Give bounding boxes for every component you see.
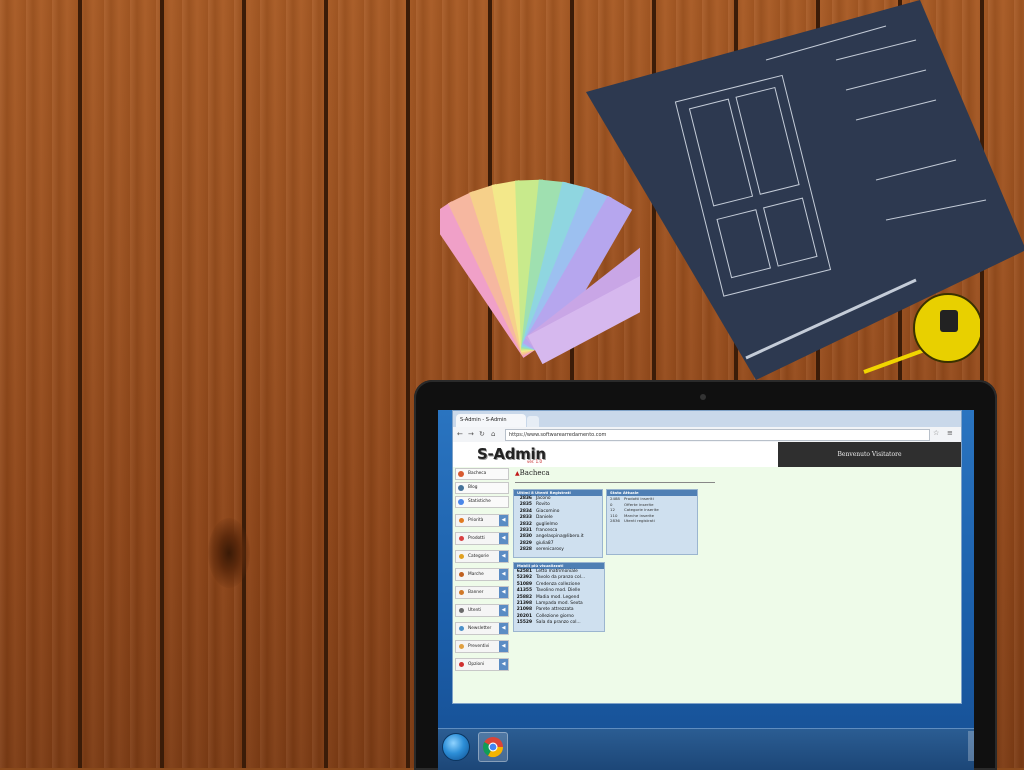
products-icon [459, 536, 464, 541]
taskbar-chrome-button[interactable] [478, 732, 508, 762]
menu-item-label: Preventivi [468, 644, 490, 649]
back-icon[interactable]: ← [457, 429, 463, 440]
chevron-icon[interactable]: ◀ [499, 533, 508, 544]
sidebar-item-label: Bacheca [468, 471, 487, 476]
section-title-text: Bacheca [519, 469, 550, 477]
menu-item-categorie[interactable]: Categorie ◀ [455, 550, 509, 563]
windows-start-icon[interactable] [442, 733, 470, 761]
menu-icon[interactable]: ≡ [947, 429, 953, 437]
reload-icon[interactable]: ↻ [479, 429, 485, 440]
address-bar[interactable]: https://www.softwarearredamento.com [505, 429, 930, 441]
chevron-icon[interactable]: ◀ [499, 551, 508, 562]
brands-icon [459, 572, 464, 577]
menu-item-label: Banner [468, 590, 484, 595]
list-item[interactable]: 2828 serenicarosy [514, 547, 602, 553]
webcam [700, 394, 706, 400]
menu-item-label: Opzioni [468, 662, 485, 667]
sidebar: Bacheca Blog Statistiche Priorità ◀ Prodo… [455, 468, 509, 676]
menu-item-banner[interactable]: Banner ◀ [455, 586, 509, 599]
users-icon [459, 608, 464, 613]
show-desktop-button[interactable] [968, 731, 974, 761]
sidebar-item-bacheca[interactable]: Bacheca [455, 468, 509, 480]
menu-item-label: Priorità [468, 518, 484, 523]
list-item[interactable]: 15529 Sala da pranzo col... [514, 620, 604, 626]
home-icon [458, 471, 464, 477]
forward-icon[interactable]: → [468, 429, 474, 440]
sidebar-item-label: Statistiche [468, 499, 491, 504]
home-icon[interactable]: ⌂ [491, 429, 495, 440]
status-row: 2836 Utenti registrati [610, 518, 655, 524]
menu-item-label: Marche [468, 572, 484, 577]
section-title: ▲Bacheca [515, 469, 550, 477]
tab-s-admin[interactable]: S-Admin - S-Admin [456, 414, 526, 427]
chevron-icon[interactable]: ◀ [499, 623, 508, 634]
page-header: S-Admin ver. 1.0 Benvenuto Visitatore [453, 442, 961, 467]
logo-version: ver. 1.0 [527, 459, 543, 464]
menu-item-preventivi[interactable]: Preventivi ◀ [455, 640, 509, 653]
sidebar-item-blog[interactable]: Blog [455, 482, 509, 494]
menu-item-newsletter[interactable]: Newsletter ◀ [455, 622, 509, 635]
quotes-icon [459, 644, 464, 649]
chrome-window: S-Admin - S-Admin ← → ↻ ⌂ https://www.so… [452, 410, 962, 704]
banner-icon [459, 590, 464, 595]
google-icon [458, 499, 464, 505]
divider [515, 482, 715, 483]
menu-item-prodotti[interactable]: Prodotti ◀ [455, 532, 509, 545]
new-tab-button[interactable] [527, 416, 539, 427]
menu-item-utenti[interactable]: Utenti ◀ [455, 604, 509, 617]
welcome-banner: Benvenuto Visitatore [778, 442, 961, 467]
chevron-icon[interactable]: ◀ [499, 659, 508, 670]
menu-item-marche[interactable]: Marche ◀ [455, 568, 509, 581]
menu-item-label: Categorie [468, 554, 489, 559]
wordpress-icon [458, 485, 464, 491]
toolbar: ← → ↻ ⌂ https://www.softwarearredamento.… [453, 427, 961, 443]
wood-knot [208, 518, 250, 588]
chevron-icon[interactable]: ◀ [499, 605, 508, 616]
recent-users-panel: Ultimi 8 Utenti Registrati 2836 Jacono 28… [513, 489, 603, 558]
chevron-icon[interactable]: ◀ [499, 587, 508, 598]
status-panel: Stato Attuale 2488 Prodotti inseriti 0 Off… [606, 489, 698, 555]
admin-page: S-Admin ver. 1.0 Benvenuto Visitatore ▲B… [453, 442, 961, 703]
sidebar-item-label: Blog [468, 485, 478, 490]
menu-item-priorita[interactable]: Priorità ◀ [455, 514, 509, 527]
tape-measure [863, 293, 980, 374]
menu-item-label: Prodotti [468, 536, 485, 541]
newsletter-icon [459, 626, 464, 631]
chevron-icon[interactable]: ◀ [499, 515, 508, 526]
laptop: S-Admin - S-Admin ← → ↻ ⌂ https://www.so… [414, 380, 997, 770]
laptop-screen: S-Admin - S-Admin ← → ↻ ⌂ https://www.so… [438, 410, 974, 770]
categories-icon [459, 554, 464, 559]
chrome-icon [482, 737, 504, 758]
menu-item-label: Utenti [468, 608, 482, 613]
bookmark-star-icon[interactable]: ☆ [933, 429, 939, 437]
options-icon [459, 662, 464, 667]
chevron-icon[interactable]: ◀ [499, 641, 508, 652]
chevron-icon[interactable]: ◀ [499, 569, 508, 580]
windows-taskbar [438, 728, 974, 770]
priority-icon [459, 518, 464, 523]
most-viewed-panel: Mobili più visualizzati 62581 Letto matri… [513, 562, 605, 632]
menu-item-opzioni[interactable]: Opzioni ◀ [455, 658, 509, 671]
menu-item-label: Newsletter [468, 626, 492, 631]
tab-strip: S-Admin - S-Admin [453, 411, 961, 427]
sidebar-item-statistiche[interactable]: Statistiche [455, 496, 509, 508]
